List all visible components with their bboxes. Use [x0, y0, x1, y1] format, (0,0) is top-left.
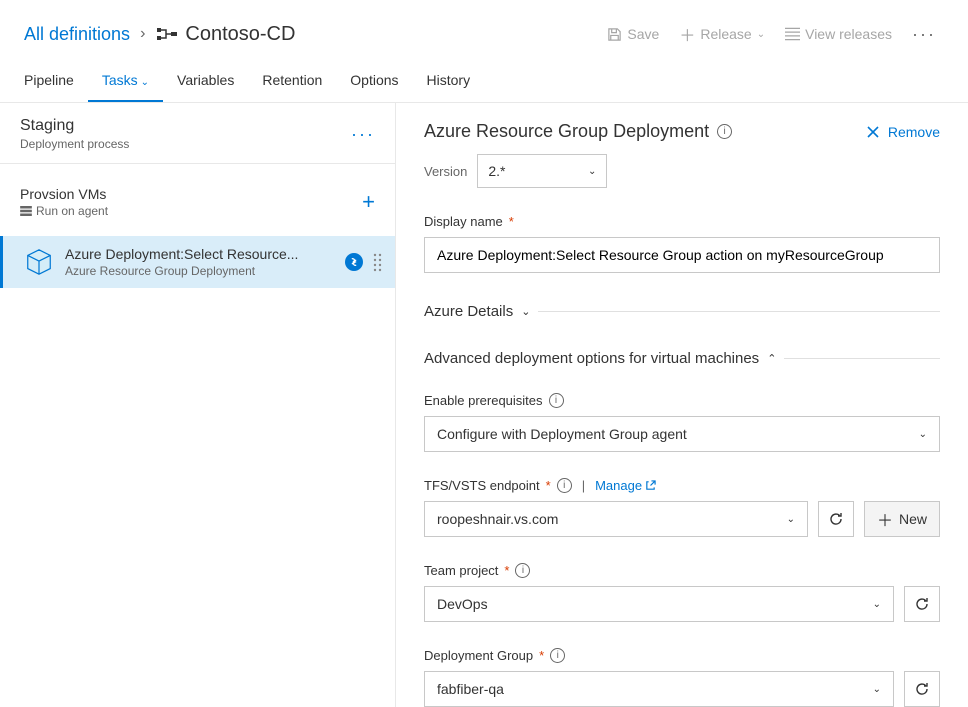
- tabs: Pipeline Tasks⌄ Variables Retention Opti…: [0, 62, 968, 103]
- team-project-select[interactable]: DevOps ⌄: [424, 586, 894, 622]
- tab-tasks[interactable]: Tasks⌄: [88, 62, 163, 102]
- display-name-label: Display name: [424, 214, 503, 229]
- prereq-select[interactable]: Configure with Deployment Group agent ⌄: [424, 416, 940, 452]
- chevron-down-icon: ⌄: [787, 514, 795, 525]
- drag-handle-icon[interactable]: [373, 252, 383, 272]
- stage-subtitle: Deployment process: [20, 137, 129, 151]
- pipeline-icon: [157, 26, 177, 42]
- tab-pipeline[interactable]: Pipeline: [24, 62, 88, 102]
- external-link-icon: [645, 480, 656, 491]
- panel-heading: Azure Resource Group Deployment: [424, 121, 709, 142]
- chevron-right-icon: ›: [140, 25, 145, 43]
- deployment-group-label: Deployment Group: [424, 648, 533, 663]
- agent-icon: [20, 206, 32, 216]
- tab-variables[interactable]: Variables: [163, 62, 248, 102]
- job-name: Provsion VMs: [20, 186, 108, 202]
- chevron-down-icon: ⌄: [588, 166, 596, 177]
- chevron-down-icon: ⌄: [141, 77, 149, 88]
- tab-retention[interactable]: Retention: [248, 62, 336, 102]
- remove-task-button[interactable]: Remove: [866, 124, 940, 140]
- plus-icon: ＋: [679, 22, 695, 46]
- all-definitions-link[interactable]: All definitions: [24, 24, 130, 45]
- version-select[interactable]: 2.* ⌄: [477, 154, 607, 188]
- job-subtitle: Run on agent: [36, 204, 108, 218]
- team-project-label: Team project: [424, 563, 498, 578]
- azure-cube-icon: [23, 246, 55, 278]
- chevron-down-icon: ⌄: [919, 429, 927, 440]
- info-icon[interactable]: i: [549, 393, 564, 408]
- deployment-group-select[interactable]: fabfiber-qa ⌄: [424, 671, 894, 707]
- chevron-down-icon: ⌄: [757, 29, 765, 40]
- new-endpoint-button[interactable]: ＋ New: [864, 501, 940, 537]
- stage-name: Staging: [20, 117, 129, 135]
- tab-options[interactable]: Options: [336, 62, 412, 102]
- add-task-button[interactable]: +: [362, 189, 375, 215]
- task-detail-panel: Azure Resource Group Deployment i Remove…: [396, 103, 968, 707]
- refresh-endpoint-button[interactable]: [818, 501, 854, 537]
- task-name: Azure Deployment:Select Resource...: [65, 246, 337, 262]
- plus-icon: ＋: [877, 507, 893, 531]
- display-name-input[interactable]: [424, 237, 940, 273]
- chevron-down-icon: ⌄: [521, 305, 530, 318]
- link-settings-icon: [345, 253, 363, 271]
- agent-job-row[interactable]: Provsion VMs Run on agent +: [0, 180, 395, 224]
- refresh-icon: [914, 681, 930, 697]
- version-label: Version: [424, 164, 467, 179]
- task-subtitle: Azure Resource Group Deployment: [65, 264, 337, 278]
- stage-header[interactable]: Staging Deployment process ···: [0, 103, 395, 164]
- close-icon: [866, 125, 880, 139]
- list-icon: [785, 27, 800, 41]
- prereq-label: Enable prerequisites: [424, 393, 543, 408]
- chevron-up-icon: ⌃: [767, 352, 776, 365]
- save-button[interactable]: Save: [599, 22, 667, 46]
- breadcrumb: All definitions › Contoso-CD Save ＋ Rele…: [0, 0, 968, 62]
- refresh-icon: [828, 511, 844, 527]
- azure-details-section[interactable]: Azure Details ⌄: [424, 303, 940, 320]
- stage-more-button[interactable]: ···: [351, 124, 375, 145]
- release-button[interactable]: ＋ Release ⌄: [671, 18, 773, 50]
- info-icon[interactable]: i: [557, 478, 572, 493]
- advanced-options-section[interactable]: Advanced deployment options for virtual …: [424, 350, 940, 367]
- refresh-deployment-group-button[interactable]: [904, 671, 940, 707]
- view-releases-button[interactable]: View releases: [777, 22, 900, 46]
- endpoint-select[interactable]: roopeshnair.vs.com ⌄: [424, 501, 808, 537]
- save-icon: [607, 27, 622, 42]
- info-icon[interactable]: i: [550, 648, 565, 663]
- chevron-down-icon: ⌄: [873, 599, 881, 610]
- more-menu-button[interactable]: ···: [904, 24, 944, 45]
- tab-history[interactable]: History: [413, 62, 485, 102]
- pipeline-title: Contoso-CD: [185, 23, 295, 46]
- left-panel: Staging Deployment process ··· Provsion …: [0, 103, 396, 707]
- task-item[interactable]: Azure Deployment:Select Resource... Azur…: [0, 236, 395, 288]
- manage-endpoint-link[interactable]: Manage: [595, 478, 656, 493]
- chevron-down-icon: ⌄: [873, 684, 881, 695]
- refresh-team-project-button[interactable]: [904, 586, 940, 622]
- info-icon[interactable]: i: [717, 124, 732, 139]
- endpoint-label: TFS/VSTS endpoint: [424, 478, 540, 493]
- info-icon[interactable]: i: [515, 563, 530, 578]
- refresh-icon: [914, 596, 930, 612]
